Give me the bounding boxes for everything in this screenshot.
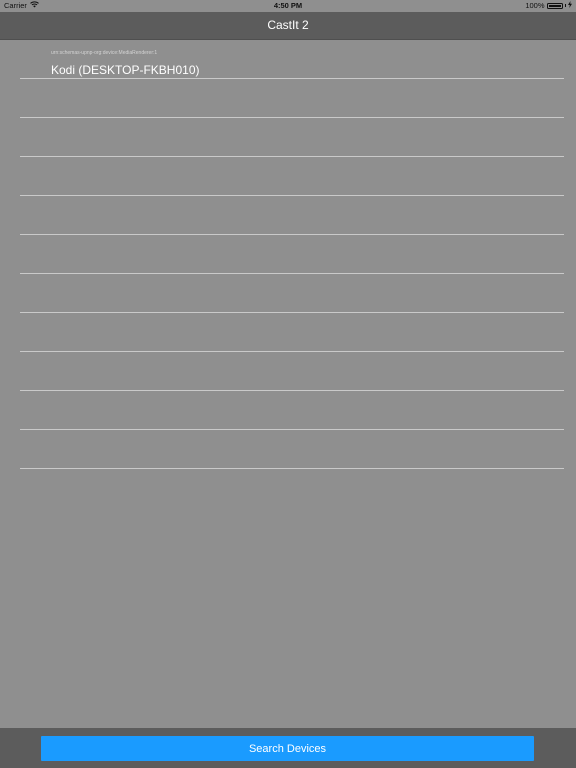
battery-tip <box>564 4 566 7</box>
status-right: 100% <box>525 1 572 10</box>
bottom-toolbar: Search Devices <box>0 728 576 768</box>
empty-row <box>20 391 564 430</box>
empty-row <box>20 274 564 313</box>
status-bar: Carrier 4:50 PM 100% <box>0 0 576 12</box>
empty-row <box>20 352 564 391</box>
charging-bolt-icon <box>568 1 572 10</box>
empty-row <box>20 430 564 469</box>
battery-icon <box>546 2 563 9</box>
status-time: 4:50 PM <box>273 1 303 10</box>
navigation-bar: CastIt 2 <box>0 12 576 40</box>
device-name: Kodi (DESKTOP-FKBH010) <box>51 63 200 77</box>
device-type: urn:schemas-upnp-org:device:MediaRendere… <box>51 50 158 56</box>
empty-row <box>20 313 564 352</box>
empty-row <box>20 79 564 118</box>
battery-percent: 100% <box>525 1 545 10</box>
empty-row <box>20 196 564 235</box>
empty-row <box>20 157 564 196</box>
nav-title: CastIt 2 <box>267 18 309 32</box>
device-table: urn:schemas-upnp-org:device:MediaRendere… <box>0 40 576 469</box>
search-devices-button[interactable]: Search Devices <box>41 736 534 761</box>
empty-row <box>20 235 564 274</box>
device-row[interactable]: urn:schemas-upnp-org:device:MediaRendere… <box>20 40 564 79</box>
empty-row <box>20 118 564 157</box>
